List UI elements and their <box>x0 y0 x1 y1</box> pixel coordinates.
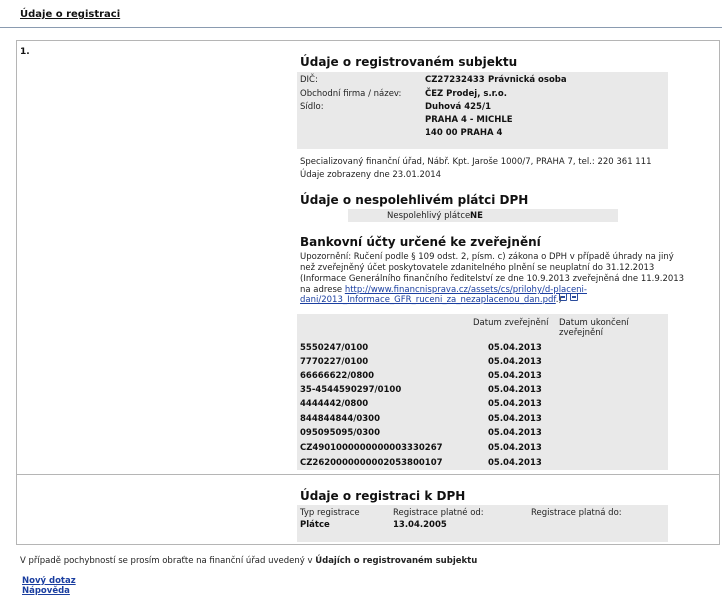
account-date: 05.04.2013 <box>488 443 542 453</box>
account-number: 095095095/0300 <box>300 428 380 438</box>
office-text: Specializovaný finanční úřad, Nábř. Kpt.… <box>300 157 652 167</box>
help-link[interactable]: Nápověda <box>22 586 70 596</box>
date-text: Údaje zobrazeny dne 23.01.2014 <box>300 170 442 180</box>
new-query-link[interactable]: Nový dotaz <box>22 576 76 586</box>
page-header: Údaje o registraci <box>0 0 722 28</box>
account-number: 7770227/0100 <box>300 357 369 367</box>
bank-warning-prefix: na adrese <box>300 285 345 295</box>
bank-warning-line2: než zveřejněný účet poskytovatele zdanit… <box>300 263 655 273</box>
unreliable-value: NE <box>470 211 483 221</box>
account-date: 05.04.2013 <box>488 343 542 353</box>
seat-line3: 140 00 PRAHA 4 <box>425 128 503 138</box>
seat-line2: PRAHA 4 - MICHLE <box>425 115 513 125</box>
dic-value: CZ27232433 <box>425 75 485 85</box>
col-valid-to: Registrace platná do: <box>531 508 622 518</box>
link-icons <box>559 293 578 301</box>
account-number: 4444442/0800 <box>300 399 369 409</box>
dic-type: Právnická osoba <box>488 75 567 85</box>
gfr-info-link[interactable]: http://www.financnisprava.cz/assets/cs/p… <box>345 285 587 295</box>
vat-type-value: Plátce <box>300 520 330 530</box>
account-number: 35-4544590297/0100 <box>300 385 402 395</box>
footer-note-text: V případě pochybností se prosím obraťte … <box>20 556 316 566</box>
seat-line1: Duhová 425/1 <box>425 102 491 112</box>
col-type: Typ registrace <box>300 508 360 518</box>
page-title: Údaje o registraci <box>20 9 121 20</box>
pdf-icon[interactable] <box>570 293 578 301</box>
row-number: 1. <box>20 47 30 57</box>
account-date: 05.04.2013 <box>488 458 542 468</box>
section-divider <box>16 474 720 475</box>
unreliable-label: Nespolehlivý plátce: <box>387 211 474 221</box>
vat-heading: Údaje o registraci k DPH <box>300 489 466 503</box>
account-number: 844844844/0300 <box>300 414 380 424</box>
account-number: CZ2620000000002053800107 <box>300 458 443 468</box>
col-end-1: Datum ukončení <box>559 318 629 328</box>
bank-warning-line5: dani/2013_Informace_GFR_ruceni_za_nezapl… <box>300 295 562 305</box>
dic-label: DIČ: <box>300 75 318 85</box>
account-date: 05.04.2013 <box>488 371 542 381</box>
bank-warning-line3: (Informace Generálního finančního ředite… <box>300 274 685 284</box>
vat-valid-from-value: 13.04.2005 <box>393 520 447 530</box>
account-date: 05.04.2013 <box>488 414 542 424</box>
unreliable-heading: Údaje o nespolehlivém plátci DPH <box>300 193 529 207</box>
firm-label: Obchodní firma / název: <box>300 89 402 99</box>
account-date: 05.04.2013 <box>488 428 542 438</box>
external-link-icon[interactable] <box>559 293 567 301</box>
account-number: CZ4901000000000003330267 <box>300 443 443 453</box>
col-valid-from: Registrace platné od: <box>393 508 484 518</box>
bank-heading: Bankovní účty určené ke zveřejnění <box>300 235 541 249</box>
account-date: 05.04.2013 <box>488 399 542 409</box>
subject-heading: Údaje o registrovaném subjektu <box>300 55 518 69</box>
bank-warning-line4: na adrese http://www.financnisprava.cz/a… <box>300 285 587 295</box>
seat-label: Sídlo: <box>300 102 324 112</box>
footer-note-bold: Údajích o registrovaném subjektu <box>315 556 478 566</box>
gfr-info-link-cont[interactable]: dani/2013_Informace_GFR_ruceni_za_nezapl… <box>300 295 556 305</box>
account-number: 5550247/0100 <box>300 343 369 353</box>
account-date: 05.04.2013 <box>488 357 542 367</box>
col-published: Datum zveřejnění <box>473 318 549 328</box>
account-date: 05.04.2013 <box>488 385 542 395</box>
account-number: 66666622/0800 <box>300 371 375 381</box>
footer-note: V případě pochybností se prosím obraťte … <box>20 556 477 566</box>
col-end-2: zveřejnění <box>559 328 603 338</box>
bank-warning-line1: Upozornění: Ručení podle § 109 odst. 2, … <box>300 252 674 262</box>
firm-value: ČEZ Prodej, s.r.o. <box>425 89 507 99</box>
